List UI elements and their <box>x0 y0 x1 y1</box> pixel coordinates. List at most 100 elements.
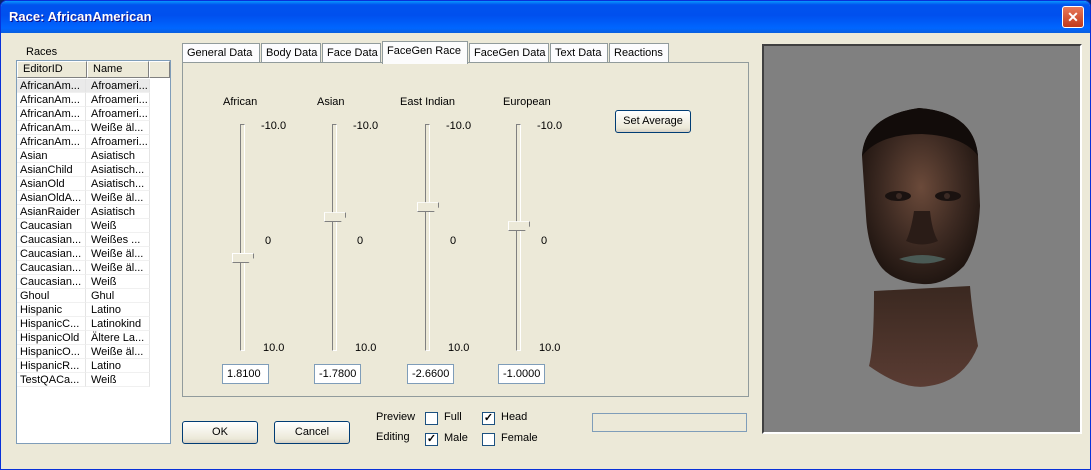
slider-label: European <box>503 96 551 108</box>
dialog-client: Races EditorID Name AfricanAm... Afroamer… <box>4 33 1087 467</box>
race-list-row[interactable]: Caucasian... Weiß <box>17 275 170 289</box>
race-editorid-cell: AsianChild <box>17 163 86 177</box>
preview-full-label: Full <box>444 411 462 423</box>
race-name-cell: Afroameri... <box>86 79 150 93</box>
slider-top-label: -10.0 <box>353 120 379 132</box>
race-list-row[interactable]: TestQACa... Weiß <box>17 373 170 387</box>
race-name-cell: Weiße äl... <box>86 345 150 359</box>
face-preview-viewport[interactable] <box>762 44 1082 434</box>
race-list-row[interactable]: AfricanAm... Afroameri... <box>17 107 170 121</box>
tab-text-data[interactable]: Text Data <box>550 43 608 63</box>
close-icon[interactable]: ✕ <box>1062 6 1084 28</box>
race-list-row[interactable]: Asian Asiatisch <box>17 149 170 163</box>
column-header-name[interactable]: Name <box>87 61 149 78</box>
cancel-button[interactable]: Cancel <box>274 421 350 444</box>
race-editorid-cell: Caucasian... <box>17 247 86 261</box>
progress-bar <box>592 413 747 432</box>
preview-full-checkbox[interactable] <box>425 412 438 425</box>
race-editorid-cell: HispanicOld <box>17 331 86 345</box>
race-list-row[interactable]: AfricanAm... Afroameri... <box>17 93 170 107</box>
slider-track <box>332 124 337 351</box>
race-list-row[interactable]: AsianRaider Asiatisch <box>17 205 170 219</box>
race-name-cell: Ältere La... <box>86 331 150 345</box>
race-list-row[interactable]: Caucasian... Weiße äl... <box>17 247 170 261</box>
race-list-row[interactable]: AsianOldA... Weiße äl... <box>17 191 170 205</box>
race-list-row[interactable]: AfricanAm... Afroameri... <box>17 135 170 149</box>
race-name-cell: Weiß <box>86 373 150 387</box>
race-editorid-cell: AfricanAm... <box>17 79 86 93</box>
editing-male-checkbox[interactable]: ✓ <box>425 433 438 446</box>
head-render-image <box>862 108 980 387</box>
slider-value-field[interactable]: -1.7800 <box>314 364 361 384</box>
race-list-row[interactable]: AfricanAm... Weiße äl... <box>17 121 170 135</box>
tab-facegen-race[interactable]: FaceGen Race <box>382 41 468 64</box>
race-editorid-cell: Caucasian... <box>17 275 86 289</box>
race-name-cell: Latinokind <box>86 317 150 331</box>
slider-track <box>240 124 245 351</box>
column-header-editorid[interactable]: EditorID <box>17 61 87 78</box>
race-editorid-cell: Ghoul <box>17 289 86 303</box>
tab-face-data[interactable]: Face Data <box>322 43 381 63</box>
race-editorid-cell: AfricanAm... <box>17 135 86 149</box>
race-list-row[interactable]: AfricanAm... Afroameri... <box>17 79 170 93</box>
race-editorid-cell: Hispanic <box>17 303 86 317</box>
race-editorid-cell: Caucasian <box>17 219 86 233</box>
race-name-cell: Weiß <box>86 275 150 289</box>
column-header-filler <box>149 61 170 78</box>
slider-value-field[interactable]: 1.8100 <box>222 364 269 384</box>
tab-reactions[interactable]: Reactions <box>609 43 669 63</box>
preview-head-label: Head <box>501 411 528 423</box>
preview-head-checkbox[interactable]: ✓ <box>482 412 495 425</box>
race-list-row[interactable]: Ghoul Ghul <box>17 289 170 303</box>
slider-mid-label: 0 <box>541 235 548 247</box>
race-list-row[interactable]: AsianOld Asiatisch... <box>17 177 170 191</box>
race-list-row[interactable]: AsianChild Asiatisch... <box>17 163 170 177</box>
tab-general-data[interactable]: General Data <box>182 43 260 63</box>
slider-top-label: -10.0 <box>446 120 472 132</box>
editing-female-checkbox[interactable] <box>482 433 495 446</box>
race-name-cell: Afroameri... <box>86 107 150 121</box>
race-list-row[interactable]: HispanicR... Latino <box>17 359 170 373</box>
race-editorid-cell: Caucasian... <box>17 261 86 275</box>
set-average-button[interactable]: Set Average <box>615 110 691 133</box>
races-list-header: EditorID Name <box>17 61 170 78</box>
title-bar[interactable]: Race: AfricanAmerican ✕ <box>1 1 1090 33</box>
races-list[interactable]: EditorID Name AfricanAm... Afroameri... Af… <box>16 60 171 444</box>
race-list-row[interactable]: Caucasian Weiß <box>17 219 170 233</box>
race-list-row[interactable]: Hispanic Latino <box>17 303 170 317</box>
slider-bottom-label: 10.0 <box>539 342 561 354</box>
tab-facegen-data[interactable]: FaceGen Data <box>469 43 549 63</box>
race-name-cell: Latino <box>86 303 150 317</box>
race-editorid-cell: AfricanAm... <box>17 93 86 107</box>
race-editorid-cell: AsianOldA... <box>17 191 86 205</box>
race-name-cell: Afroameri... <box>86 93 150 107</box>
race-editorid-cell: AsianRaider <box>17 205 86 219</box>
race-list-row[interactable]: HispanicOld Ältere La... <box>17 331 170 345</box>
ok-button[interactable]: OK <box>182 421 258 444</box>
race-name-cell: Weiß <box>86 219 150 233</box>
slider-track <box>516 124 521 351</box>
race-name-cell: Asiatisch <box>86 149 150 163</box>
race-list-row[interactable]: HispanicO... Weiße äl... <box>17 345 170 359</box>
race-editorid-cell: Asian <box>17 149 86 163</box>
slider-label: Asian <box>317 96 345 108</box>
slider-top-label: -10.0 <box>537 120 563 132</box>
race-list-row[interactable]: HispanicC... Latinokind <box>17 317 170 331</box>
slider-value-field[interactable]: -2.6600 <box>407 364 454 384</box>
preview-label: Preview <box>376 411 416 423</box>
race-list-row[interactable]: Caucasian... Weiße äl... <box>17 261 170 275</box>
slider-bottom-label: 10.0 <box>263 342 285 354</box>
race-list-row[interactable]: Caucasian... Weißes ... <box>17 233 170 247</box>
window-title: Race: AfricanAmerican <box>9 9 152 24</box>
race-editorid-cell: Caucasian... <box>17 233 86 247</box>
slider-label: East Indian <box>400 96 456 108</box>
slider-value-field[interactable]: -1.0000 <box>498 364 545 384</box>
tab-body-data[interactable]: Body Data <box>261 43 321 63</box>
slider-mid-label: 0 <box>357 235 364 247</box>
race-editorid-cell: HispanicO... <box>17 345 86 359</box>
race-editorid-cell: AfricanAm... <box>17 107 86 121</box>
race-name-cell: Weißes ... <box>86 233 150 247</box>
slider-track <box>425 124 430 351</box>
race-name-cell: Asiatisch... <box>86 177 150 191</box>
race-editorid-cell: AsianOld <box>17 177 86 191</box>
